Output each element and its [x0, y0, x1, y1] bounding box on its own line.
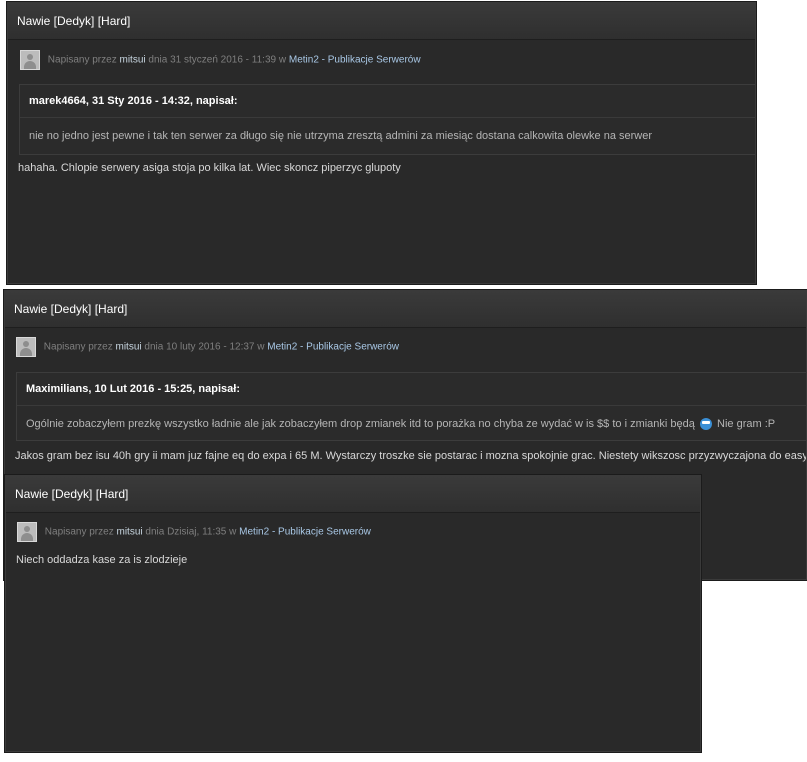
post-body: hahaha. Chlopie serwery asiga stoja po k…: [18, 162, 401, 174]
post-title[interactable]: Nawie [Dedyk] [Hard]: [8, 3, 755, 40]
post-date: dnia 10 luty 2016 - 12:37 w: [144, 341, 265, 353]
post-title[interactable]: Nawie [Dedyk] [Hard]: [6, 476, 700, 513]
quote-text-end: Nie gram :P: [717, 418, 776, 430]
quote-text-main: Ogólnie zobaczyłem prezkę wszystko ładni…: [26, 418, 695, 430]
quote-text: Ogólnie zobaczyłem prezkę wszystko ładni…: [17, 406, 806, 442]
quote-header: marek4664, 31 Sty 2016 - 14:32, napisał:: [20, 85, 755, 118]
post-body: Niech oddadza kase za is zlodzieje: [16, 554, 188, 566]
meta-prefix: Napisany przez: [47, 54, 117, 66]
category-link[interactable]: Metin2 - Publikacje Serwerów: [239, 527, 371, 538]
category-link[interactable]: Metin2 - Publikacje Serwerów: [289, 55, 421, 66]
post-title[interactable]: Nawie [Dedyk] [Hard]: [5, 291, 806, 328]
default-avatar-icon[interactable]: [17, 522, 37, 542]
meta-prefix: Napisany przez: [44, 526, 114, 538]
author-link[interactable]: mitsui: [116, 527, 142, 538]
author-link[interactable]: mitsui: [119, 55, 145, 66]
category-link[interactable]: Metin2 - Publikacje Serwerów: [267, 342, 399, 353]
author-link[interactable]: mitsui: [115, 342, 141, 353]
post-meta: Napisany przez mitsui dnia Dzisiaj, 11:3…: [17, 522, 371, 542]
post-date: dnia Dzisiaj, 11:35 w: [145, 526, 237, 538]
meta-prefix: Napisany przez: [43, 341, 113, 353]
post-card-3: Nawie [Dedyk] [Hard] Napisany przez mits…: [5, 475, 701, 752]
post-meta: Napisany przez mitsui dnia 10 luty 2016 …: [16, 337, 399, 357]
default-avatar-icon[interactable]: [16, 337, 36, 357]
post-body: Jakos gram bez isu 40h gry ii mam juz fa…: [15, 450, 807, 462]
quote-block: Maximilians, 10 Lut 2016 - 15:25, napisa…: [16, 372, 806, 442]
grin-emoticon-icon: [699, 418, 712, 431]
post-date: dnia 31 styczeń 2016 - 11:39 w: [148, 54, 287, 66]
post-card-1: Nawie [Dedyk] [Hard] Napisany przez mits…: [7, 2, 756, 284]
quote-block: marek4664, 31 Sty 2016 - 14:32, napisał:…: [19, 84, 755, 155]
quote-header: Maximilians, 10 Lut 2016 - 15:25, napisa…: [17, 373, 806, 406]
quote-text: nie no jedno jest pewne i tak ten serwer…: [29, 130, 653, 142]
default-avatar-icon[interactable]: [20, 50, 40, 70]
post-meta: Napisany przez mitsui dnia 31 styczeń 20…: [20, 50, 421, 70]
